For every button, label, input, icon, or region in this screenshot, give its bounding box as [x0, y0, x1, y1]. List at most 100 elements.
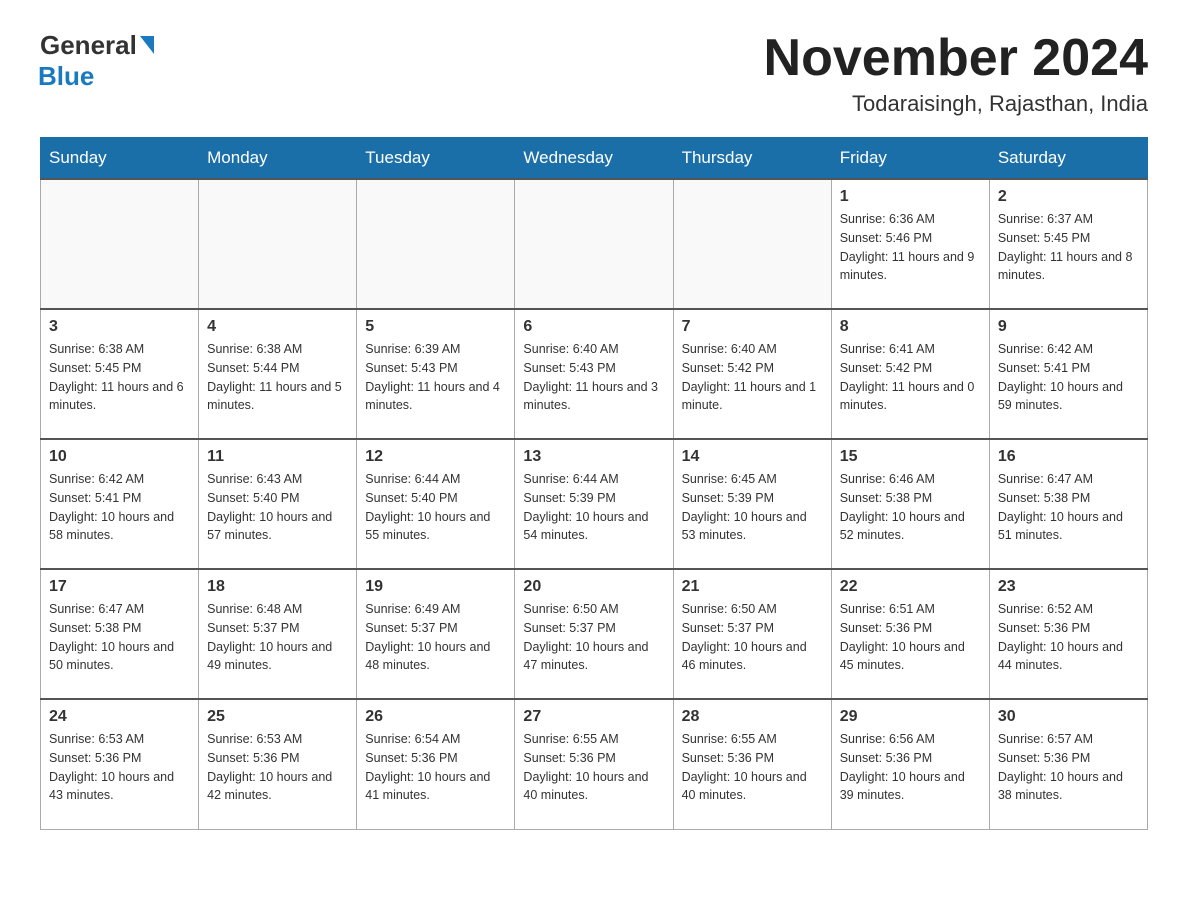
day-info: Sunrise: 6:49 AM Sunset: 5:37 PM Dayligh…	[365, 600, 506, 675]
location-subtitle: Todaraisingh, Rajasthan, India	[764, 91, 1148, 117]
day-info: Sunrise: 6:47 AM Sunset: 5:38 PM Dayligh…	[49, 600, 190, 675]
day-number: 21	[682, 578, 823, 596]
day-number: 9	[998, 318, 1139, 336]
calendar-cell: 5 Sunrise: 6:39 AM Sunset: 5:43 PM Daylig…	[357, 309, 515, 439]
page-header: General Blue November 2024 Todaraisingh,…	[40, 30, 1148, 117]
calendar-cell: 2 Sunrise: 6:37 AM Sunset: 5:45 PM Daylig…	[989, 179, 1147, 309]
weekday-header-saturday: Saturday	[989, 138, 1147, 180]
day-info: Sunrise: 6:47 AM Sunset: 5:38 PM Dayligh…	[998, 470, 1139, 545]
day-number: 12	[365, 448, 506, 466]
day-info: Sunrise: 6:40 AM Sunset: 5:42 PM Dayligh…	[682, 340, 823, 415]
logo: General Blue	[40, 30, 154, 92]
day-info: Sunrise: 6:42 AM Sunset: 5:41 PM Dayligh…	[49, 470, 190, 545]
logo-triangle-icon	[140, 36, 154, 54]
logo-blue-text: Blue	[38, 61, 94, 92]
day-number: 10	[49, 448, 190, 466]
day-info: Sunrise: 6:38 AM Sunset: 5:44 PM Dayligh…	[207, 340, 348, 415]
day-info: Sunrise: 6:55 AM Sunset: 5:36 PM Dayligh…	[682, 730, 823, 805]
day-number: 18	[207, 578, 348, 596]
day-number: 6	[523, 318, 664, 336]
day-info: Sunrise: 6:51 AM Sunset: 5:36 PM Dayligh…	[840, 600, 981, 675]
day-info: Sunrise: 6:56 AM Sunset: 5:36 PM Dayligh…	[840, 730, 981, 805]
weekday-header-row: SundayMondayTuesdayWednesdayThursdayFrid…	[41, 138, 1148, 180]
day-number: 20	[523, 578, 664, 596]
week-row-5: 24 Sunrise: 6:53 AM Sunset: 5:36 PM Dayli…	[41, 699, 1148, 829]
day-info: Sunrise: 6:53 AM Sunset: 5:36 PM Dayligh…	[207, 730, 348, 805]
day-info: Sunrise: 6:50 AM Sunset: 5:37 PM Dayligh…	[682, 600, 823, 675]
calendar-cell: 14 Sunrise: 6:45 AM Sunset: 5:39 PM Dayli…	[673, 439, 831, 569]
calendar-cell	[41, 179, 199, 309]
day-info: Sunrise: 6:44 AM Sunset: 5:39 PM Dayligh…	[523, 470, 664, 545]
calendar-cell	[515, 179, 673, 309]
day-number: 16	[998, 448, 1139, 466]
calendar-cell: 29 Sunrise: 6:56 AM Sunset: 5:36 PM Dayli…	[831, 699, 989, 829]
calendar-cell: 22 Sunrise: 6:51 AM Sunset: 5:36 PM Dayli…	[831, 569, 989, 699]
day-info: Sunrise: 6:36 AM Sunset: 5:46 PM Dayligh…	[840, 210, 981, 285]
day-info: Sunrise: 6:43 AM Sunset: 5:40 PM Dayligh…	[207, 470, 348, 545]
weekday-header-sunday: Sunday	[41, 138, 199, 180]
day-number: 26	[365, 708, 506, 726]
calendar-cell: 8Sunrise: 6:41 AM Sunset: 5:42 PM Daylig…	[831, 309, 989, 439]
day-number: 2	[998, 188, 1139, 206]
calendar-cell: 23 Sunrise: 6:52 AM Sunset: 5:36 PM Dayli…	[989, 569, 1147, 699]
day-number: 19	[365, 578, 506, 596]
day-number: 11	[207, 448, 348, 466]
day-number: 23	[998, 578, 1139, 596]
day-info: Sunrise: 6:55 AM Sunset: 5:36 PM Dayligh…	[523, 730, 664, 805]
day-number: 28	[682, 708, 823, 726]
day-info: Sunrise: 6:54 AM Sunset: 5:36 PM Dayligh…	[365, 730, 506, 805]
calendar-cell: 10 Sunrise: 6:42 AM Sunset: 5:41 PM Dayli…	[41, 439, 199, 569]
day-number: 17	[49, 578, 190, 596]
calendar-cell: 18Sunrise: 6:48 AM Sunset: 5:37 PM Dayli…	[199, 569, 357, 699]
calendar-cell: 17 Sunrise: 6:47 AM Sunset: 5:38 PM Dayli…	[41, 569, 199, 699]
day-info: Sunrise: 6:40 AM Sunset: 5:43 PM Dayligh…	[523, 340, 664, 415]
day-info: Sunrise: 6:52 AM Sunset: 5:36 PM Dayligh…	[998, 600, 1139, 675]
day-info: Sunrise: 6:45 AM Sunset: 5:39 PM Dayligh…	[682, 470, 823, 545]
weekday-header-friday: Friday	[831, 138, 989, 180]
day-number: 1	[840, 188, 981, 206]
weekday-header-monday: Monday	[199, 138, 357, 180]
day-number: 25	[207, 708, 348, 726]
week-row-3: 10 Sunrise: 6:42 AM Sunset: 5:41 PM Dayli…	[41, 439, 1148, 569]
day-info: Sunrise: 6:53 AM Sunset: 5:36 PM Dayligh…	[49, 730, 190, 805]
calendar-cell: 19 Sunrise: 6:49 AM Sunset: 5:37 PM Dayli…	[357, 569, 515, 699]
day-number: 5	[365, 318, 506, 336]
day-info: Sunrise: 6:38 AM Sunset: 5:45 PM Dayligh…	[49, 340, 190, 415]
calendar-cell	[357, 179, 515, 309]
calendar-cell: 15 Sunrise: 6:46 AM Sunset: 5:38 PM Dayli…	[831, 439, 989, 569]
day-number: 29	[840, 708, 981, 726]
weekday-header-thursday: Thursday	[673, 138, 831, 180]
week-row-2: 3Sunrise: 6:38 AM Sunset: 5:45 PM Daylig…	[41, 309, 1148, 439]
day-number: 15	[840, 448, 981, 466]
weekday-header-tuesday: Tuesday	[357, 138, 515, 180]
calendar-cell	[199, 179, 357, 309]
calendar-cell: 27 Sunrise: 6:55 AM Sunset: 5:36 PM Dayli…	[515, 699, 673, 829]
logo-general-text: General	[40, 30, 137, 61]
day-info: Sunrise: 6:37 AM Sunset: 5:45 PM Dayligh…	[998, 210, 1139, 285]
calendar-cell: 13 Sunrise: 6:44 AM Sunset: 5:39 PM Dayli…	[515, 439, 673, 569]
calendar-cell: 3Sunrise: 6:38 AM Sunset: 5:45 PM Daylig…	[41, 309, 199, 439]
day-info: Sunrise: 6:39 AM Sunset: 5:43 PM Dayligh…	[365, 340, 506, 415]
day-number: 27	[523, 708, 664, 726]
weekday-header-wednesday: Wednesday	[515, 138, 673, 180]
day-info: Sunrise: 6:46 AM Sunset: 5:38 PM Dayligh…	[840, 470, 981, 545]
calendar-cell: 4Sunrise: 6:38 AM Sunset: 5:44 PM Daylig…	[199, 309, 357, 439]
day-info: Sunrise: 6:50 AM Sunset: 5:37 PM Dayligh…	[523, 600, 664, 675]
calendar-table: SundayMondayTuesdayWednesdayThursdayFrid…	[40, 137, 1148, 830]
calendar-cell: 25 Sunrise: 6:53 AM Sunset: 5:36 PM Dayli…	[199, 699, 357, 829]
calendar-cell: 28 Sunrise: 6:55 AM Sunset: 5:36 PM Dayli…	[673, 699, 831, 829]
day-info: Sunrise: 6:44 AM Sunset: 5:40 PM Dayligh…	[365, 470, 506, 545]
day-number: 13	[523, 448, 664, 466]
day-number: 24	[49, 708, 190, 726]
calendar-cell: 7Sunrise: 6:40 AM Sunset: 5:42 PM Daylig…	[673, 309, 831, 439]
calendar-cell: 1 Sunrise: 6:36 AM Sunset: 5:46 PM Daylig…	[831, 179, 989, 309]
calendar-cell: 16 Sunrise: 6:47 AM Sunset: 5:38 PM Dayli…	[989, 439, 1147, 569]
calendar-cell: 21 Sunrise: 6:50 AM Sunset: 5:37 PM Dayli…	[673, 569, 831, 699]
day-info: Sunrise: 6:42 AM Sunset: 5:41 PM Dayligh…	[998, 340, 1139, 415]
calendar-cell: 26 Sunrise: 6:54 AM Sunset: 5:36 PM Dayli…	[357, 699, 515, 829]
calendar-cell	[673, 179, 831, 309]
calendar-cell: 6 Sunrise: 6:40 AM Sunset: 5:43 PM Daylig…	[515, 309, 673, 439]
day-number: 22	[840, 578, 981, 596]
day-number: 14	[682, 448, 823, 466]
week-row-1: 1 Sunrise: 6:36 AM Sunset: 5:46 PM Daylig…	[41, 179, 1148, 309]
